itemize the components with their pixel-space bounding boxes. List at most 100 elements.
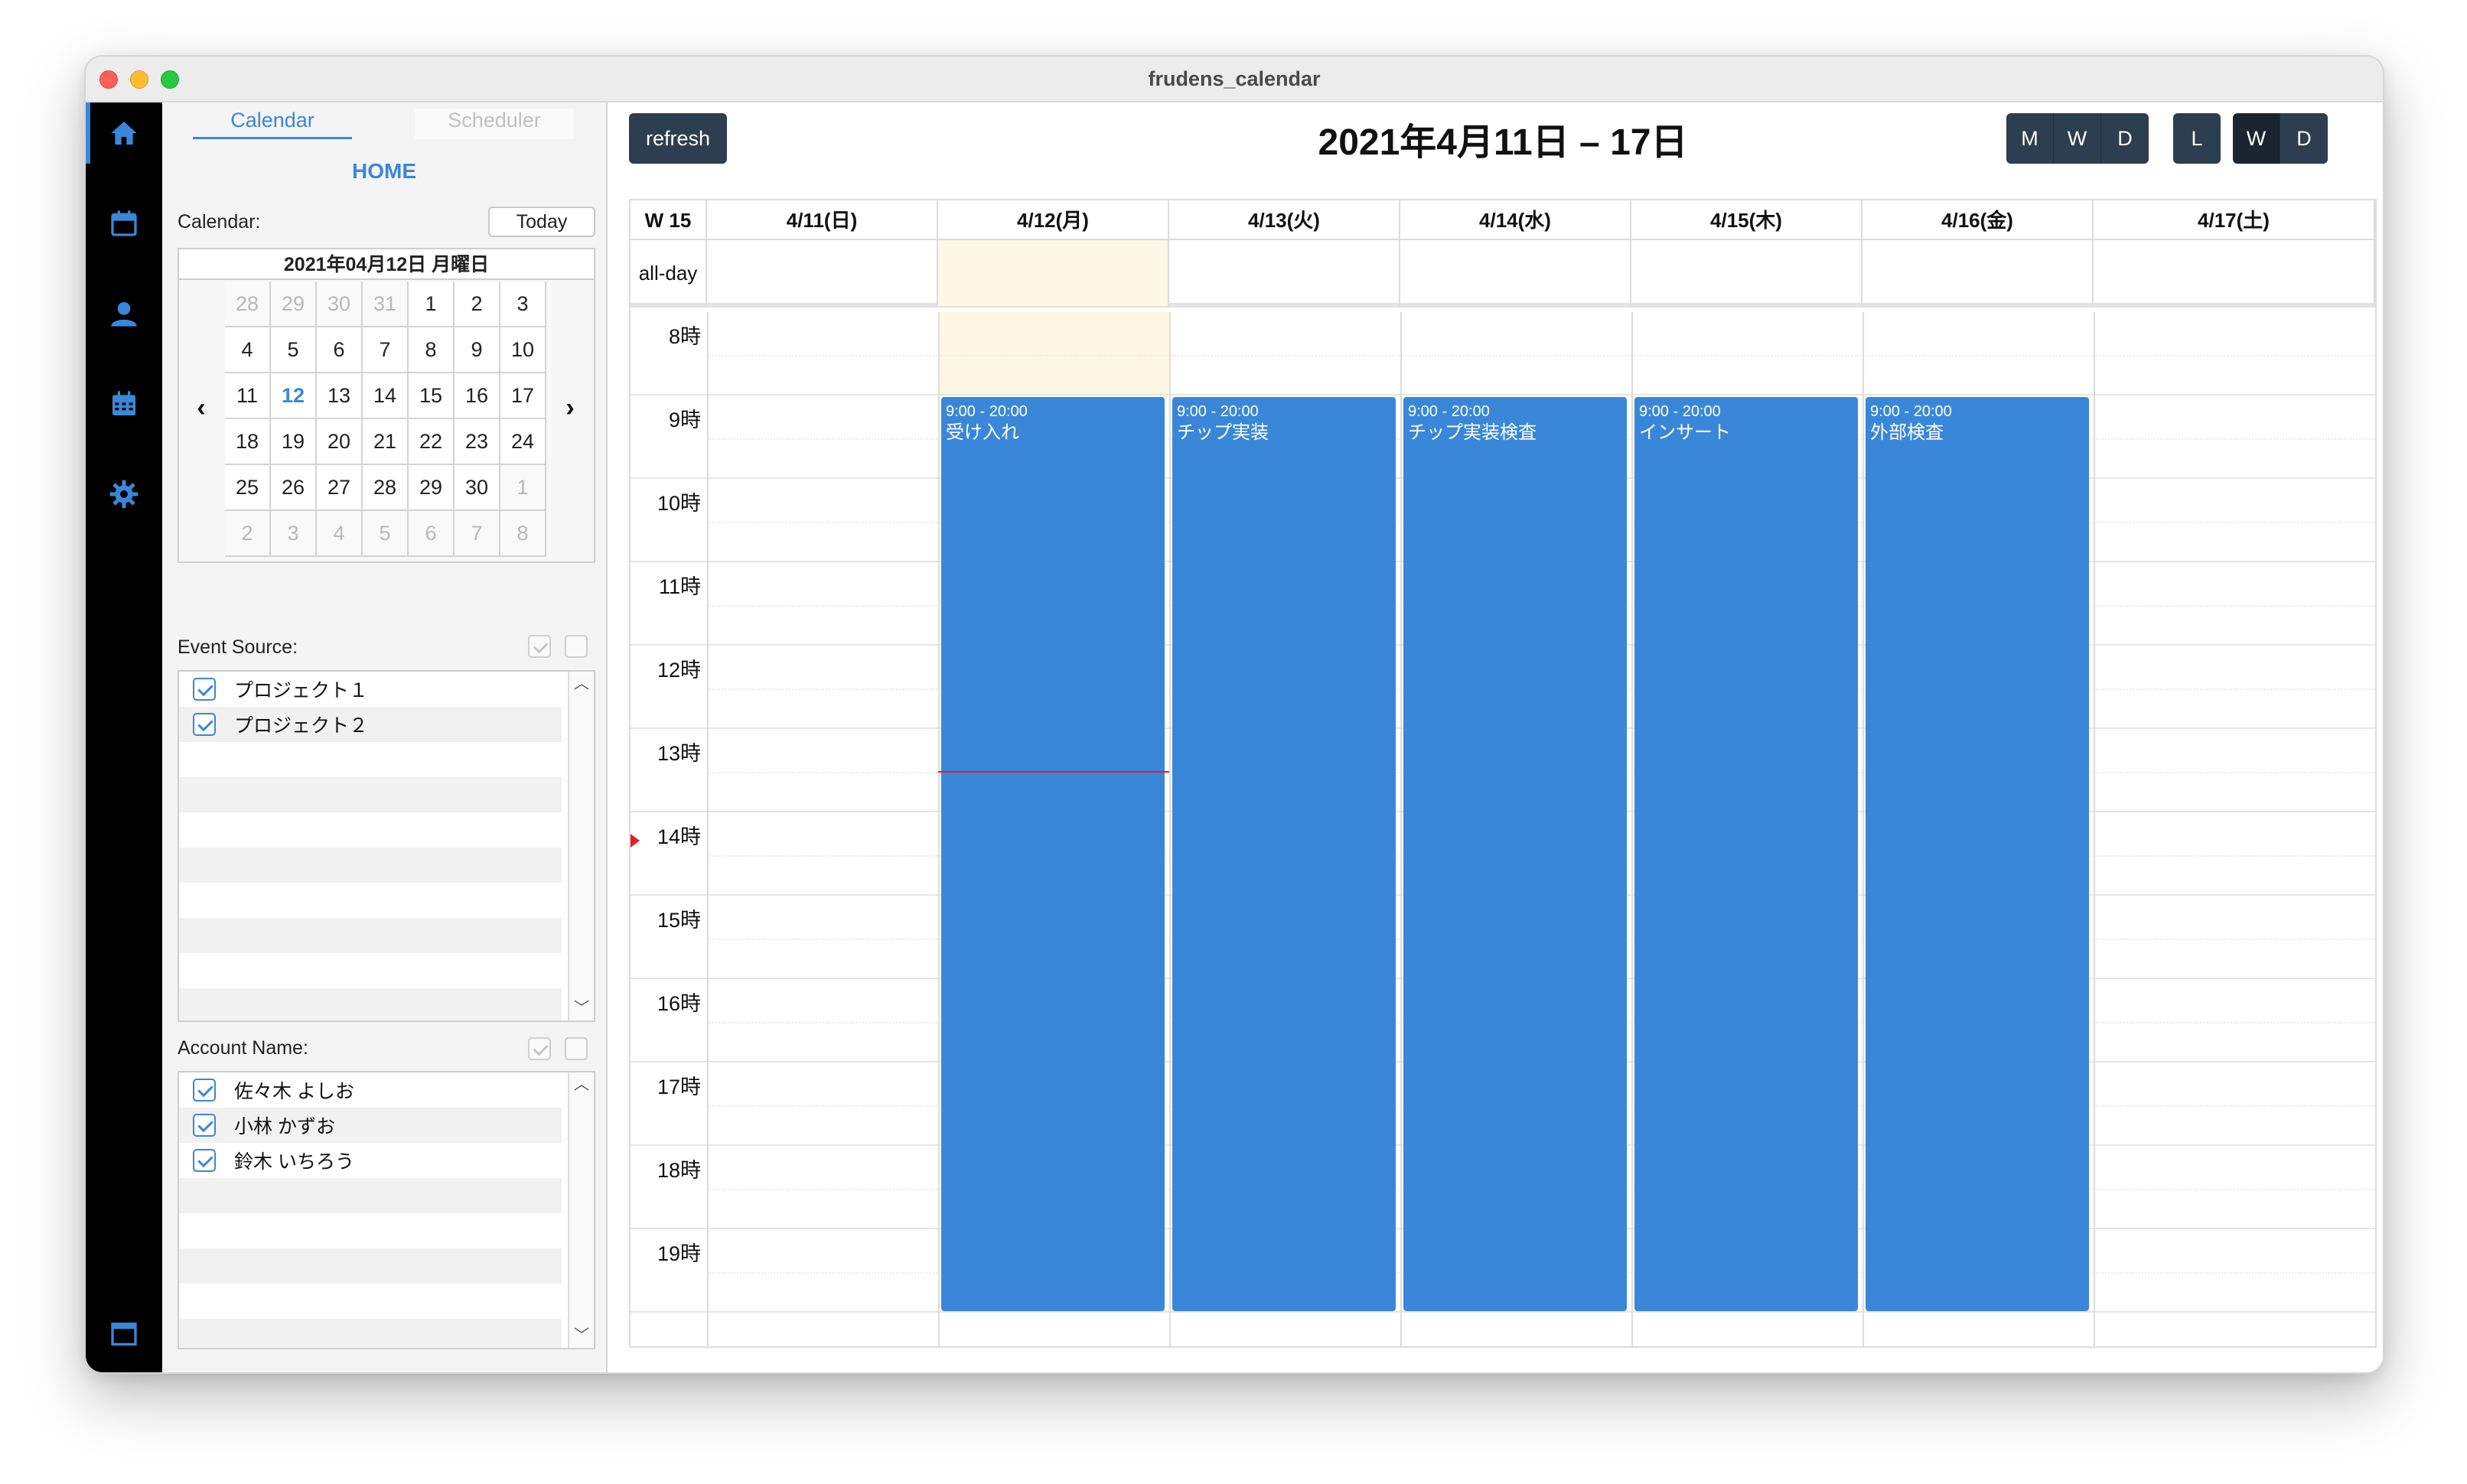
scroll-up-icon[interactable]: ︿ (569, 1072, 594, 1097)
mini-calendar-day[interactable]: 30 (455, 465, 500, 511)
day-header[interactable]: 4/11(日) (707, 200, 938, 240)
item-checkbox[interactable] (193, 1114, 216, 1137)
calendar-grid-icon (112, 391, 135, 415)
hour-row[interactable]: 8時 (631, 312, 2375, 395)
mini-calendar-day[interactable]: 24 (500, 419, 546, 465)
mini-calendar-day[interactable]: 30 (317, 282, 363, 327)
item-checkbox[interactable] (193, 678, 216, 701)
rail-calendar[interactable] (86, 193, 162, 254)
mini-calendar-day[interactable]: 4 (225, 327, 271, 373)
mini-calendar-day[interactable]: 2 (455, 282, 500, 327)
mini-calendar-day[interactable]: 4 (317, 511, 363, 557)
mini-calendar-day[interactable]: 17 (500, 373, 546, 419)
mini-calendar-day[interactable]: 5 (363, 511, 409, 557)
mini-calendar-day[interactable]: 5 (271, 327, 317, 373)
mini-calendar-day[interactable]: 31 (363, 282, 409, 327)
calendar-event[interactable]: 9:00 - 20:00 チップ実装検査 (1403, 397, 1627, 1311)
tab-calendar[interactable]: Calendar (193, 109, 352, 139)
scroll-down-icon[interactable]: ﹀ (569, 1323, 594, 1348)
mini-calendar-day[interactable]: 16 (455, 373, 500, 419)
calendar-event[interactable]: 9:00 - 20:00 チップ実装 (1172, 397, 1396, 1311)
mini-calendar-day[interactable]: 25 (225, 465, 271, 511)
day-header[interactable]: 4/16(金) (1862, 200, 2094, 240)
event-source-scrollbar[interactable]: ︿ ﹀ (568, 672, 594, 1020)
scroll-down-icon[interactable]: ﹀ (569, 996, 594, 1020)
mini-calendar-day[interactable]: 22 (409, 419, 455, 465)
rail-settings[interactable] (86, 464, 162, 525)
all-day-cell[interactable] (2094, 240, 2375, 306)
mini-calendar-day[interactable]: 1 (409, 282, 455, 327)
day-header[interactable]: 4/12(月) (938, 200, 1169, 240)
mini-calendar-day[interactable]: 18 (225, 419, 271, 465)
mini-calendar-prev-button[interactable]: ‹ (190, 393, 213, 423)
mini-calendar-day[interactable]: 8 (409, 327, 455, 373)
mini-calendar-day[interactable]: 21 (363, 419, 409, 465)
tab-scheduler[interactable]: Scheduler (415, 109, 574, 139)
today-button[interactable]: Today (488, 207, 595, 237)
mini-calendar-day[interactable]: 9 (455, 327, 500, 373)
mini-calendar-day[interactable]: 2 (225, 511, 271, 557)
calendar-event[interactable]: 9:00 - 20:00 受け入れ (941, 397, 1165, 1311)
list-item[interactable]: 小林 かずお (179, 1108, 562, 1143)
mini-calendar-day[interactable]: 7 (363, 327, 409, 373)
mini-calendar-day[interactable]: 3 (271, 511, 317, 557)
day-header[interactable]: 4/15(木) (1631, 200, 1862, 240)
mini-calendar-day[interactable]: 1 (500, 465, 546, 511)
mini-calendar-day[interactable]: 27 (317, 465, 363, 511)
rail-user[interactable] (86, 283, 162, 344)
list-item[interactable]: プロジェクト１ (179, 672, 562, 707)
rail-window[interactable] (86, 1303, 162, 1365)
rail-home[interactable] (86, 103, 162, 164)
event-source-select-none-checkbox[interactable] (565, 635, 588, 658)
mini-calendar-day[interactable]: 28 (225, 282, 271, 327)
mini-calendar-day[interactable]: 7 (455, 511, 500, 557)
account-scrollbar[interactable]: ︿ ﹀ (568, 1072, 594, 1348)
mini-calendar-next-button[interactable]: › (559, 393, 582, 423)
mini-calendar-day[interactable]: 11 (225, 373, 271, 419)
mini-calendar-day[interactable]: 6 (317, 327, 363, 373)
all-day-cell[interactable] (707, 240, 938, 306)
all-day-cell[interactable] (1400, 240, 1631, 306)
mini-calendar-day[interactable]: 26 (271, 465, 317, 511)
calendar-event[interactable]: 9:00 - 20:00 外部検査 (1866, 397, 2089, 1311)
view-month-button[interactable]: M (2006, 113, 2054, 164)
list-item[interactable]: プロジェクト２ (179, 707, 562, 742)
mini-calendar-day[interactable]: 15 (409, 373, 455, 419)
mini-calendar-day[interactable]: 12 (271, 373, 317, 419)
mini-calendar-day[interactable]: 3 (500, 282, 546, 327)
day-header[interactable]: 4/17(土) (2094, 200, 2375, 240)
mini-calendar-day[interactable]: 29 (271, 282, 317, 327)
mini-calendar-day[interactable]: 6 (409, 511, 455, 557)
view-list-button[interactable]: L (2173, 113, 2221, 164)
view-day-button[interactable]: D (2101, 113, 2149, 164)
view-week-button[interactable]: W (2054, 113, 2101, 164)
mini-calendar-day[interactable]: 14 (363, 373, 409, 419)
event-source-select-all-checkbox[interactable] (528, 635, 551, 658)
mini-calendar-day[interactable]: 8 (500, 511, 546, 557)
all-day-cell[interactable] (1631, 240, 1862, 306)
mini-calendar-day[interactable]: 13 (317, 373, 363, 419)
mini-calendar-day[interactable]: 23 (455, 419, 500, 465)
item-checkbox[interactable] (193, 1149, 216, 1172)
item-checkbox[interactable] (193, 713, 216, 736)
day-header[interactable]: 4/13(火) (1169, 200, 1400, 240)
mini-calendar-day[interactable]: 29 (409, 465, 455, 511)
account-select-none-checkbox[interactable] (565, 1037, 588, 1060)
timeline-day-button[interactable]: D (2280, 113, 2328, 164)
mini-calendar-day[interactable]: 28 (363, 465, 409, 511)
calendar-event[interactable]: 9:00 - 20:00 インサート (1634, 397, 1858, 1311)
list-item[interactable]: 鈴木 いちろう (179, 1143, 562, 1178)
timeline-week-button[interactable]: W (2233, 113, 2280, 164)
all-day-cell[interactable] (1169, 240, 1400, 306)
rail-schedule[interactable] (86, 373, 162, 434)
scroll-up-icon[interactable]: ︿ (569, 672, 594, 696)
mini-calendar-day[interactable]: 20 (317, 419, 363, 465)
day-header[interactable]: 4/14(水) (1400, 200, 1631, 240)
account-select-all-checkbox[interactable] (528, 1037, 551, 1060)
mini-calendar-day[interactable]: 19 (271, 419, 317, 465)
list-item[interactable]: 佐々木 よしお (179, 1072, 562, 1108)
all-day-cell[interactable] (1862, 240, 2094, 306)
all-day-cell[interactable] (938, 240, 1169, 306)
item-checkbox[interactable] (193, 1079, 216, 1102)
mini-calendar-day[interactable]: 10 (500, 327, 546, 373)
